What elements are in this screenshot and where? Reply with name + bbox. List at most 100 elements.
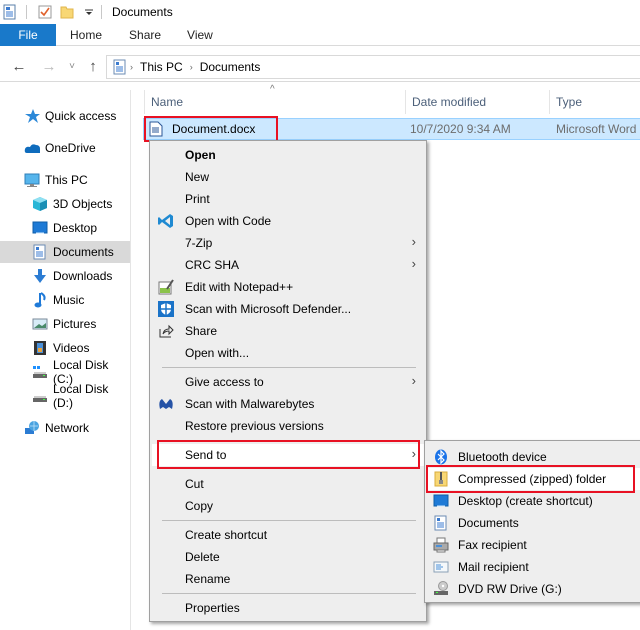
sort-ascending-indicator[interactable]: ^	[270, 84, 275, 95]
menu-item-label: Restore previous versions	[185, 419, 324, 433]
checkmark-icon[interactable]	[37, 4, 53, 20]
breadcrumb-separator: ›	[189, 62, 193, 72]
column-header-date-modified[interactable]: Date modified	[412, 90, 486, 114]
menu-separator	[162, 593, 416, 594]
menu-item-scan-malwarebytes[interactable]: Scan with Malwarebytes	[152, 393, 424, 415]
menu-item-label: Cut	[185, 477, 204, 491]
nav-item-label: Downloads	[53, 269, 113, 283]
submenu-item-documents[interactable]: Documents	[427, 512, 640, 534]
menu-item-label: DVD RW Drive (G:)	[458, 582, 562, 596]
nav-item-quick-access[interactable]: Quick access	[0, 105, 130, 127]
menu-item-label: Desktop (create shortcut)	[458, 494, 593, 508]
download-arrow-icon	[32, 268, 48, 284]
menu-item-label: Print	[185, 192, 210, 206]
nav-item-label: OneDrive	[45, 141, 96, 155]
menu-item-label: CRC SHA	[185, 258, 240, 272]
breadcrumb-documents[interactable]: Documents	[200, 60, 261, 74]
cube-icon	[32, 196, 48, 212]
nav-item-label: Quick access	[45, 109, 117, 123]
menu-item-properties[interactable]: Properties	[152, 597, 424, 619]
menu-item-label: Copy	[185, 499, 214, 513]
submenu-item-desktop-shortcut[interactable]: Desktop (create shortcut)	[427, 490, 640, 512]
menu-item-share[interactable]: Share	[152, 320, 424, 342]
menu-item-crc-sha[interactable]: CRC SHA ›	[152, 254, 424, 276]
new-folder-icon[interactable]	[59, 4, 75, 20]
menu-item-label: Open with...	[185, 346, 250, 360]
menu-item-label: Scan with Malwarebytes	[185, 397, 315, 411]
menu-item-open[interactable]: Open	[152, 144, 424, 166]
nav-item-onedrive[interactable]: OneDrive	[0, 137, 130, 159]
mail-icon	[433, 559, 449, 575]
document-icon	[433, 515, 449, 531]
computer-icon	[24, 172, 40, 188]
submenu-item-dvd-drive[interactable]: DVD RW Drive (G:)	[427, 578, 640, 600]
submenu-item-fax[interactable]: Fax recipient	[427, 534, 640, 556]
star-icon	[24, 108, 40, 124]
nav-item-this-pc[interactable]: This PC	[0, 169, 130, 191]
menu-item-print[interactable]: Print	[152, 188, 424, 210]
nav-item-videos[interactable]: Videos	[0, 337, 130, 359]
compressed-folder-highlight-annotation	[426, 465, 635, 493]
nav-item-desktop[interactable]: Desktop	[0, 217, 130, 239]
breadcrumb-separator: ›	[130, 62, 133, 72]
properties-icon[interactable]	[2, 4, 18, 20]
menu-item-open-with[interactable]: Open with...	[152, 342, 424, 364]
menu-item-rename[interactable]: Rename	[152, 568, 424, 590]
menu-item-label: Share	[185, 324, 218, 338]
nav-item-pictures[interactable]: Pictures	[0, 313, 130, 335]
customize-dropdown-icon[interactable]	[81, 4, 97, 20]
menu-item-give-access[interactable]: Give access to ›	[152, 371, 424, 393]
address-bar[interactable]: › This PC › Documents	[106, 55, 640, 79]
tab-share[interactable]: Share	[116, 24, 174, 46]
nav-item-network[interactable]: Network	[0, 417, 130, 439]
dvd-drive-icon	[433, 581, 449, 597]
network-icon	[24, 420, 40, 436]
menu-item-label: Documents	[458, 516, 519, 530]
menu-item-delete[interactable]: Delete	[152, 546, 424, 568]
documents-location-icon	[113, 59, 127, 75]
menu-item-open-with-code[interactable]: Open with Code	[152, 210, 424, 232]
menu-item-label: Bluetooth device	[458, 450, 547, 464]
nav-item-label: Music	[53, 293, 85, 307]
menu-item-cut[interactable]: Cut	[152, 473, 424, 495]
menu-item-label: Scan with Microsoft Defender...	[185, 302, 352, 316]
menu-item-restore-previous[interactable]: Restore previous versions	[152, 415, 424, 437]
nav-item-downloads[interactable]: Downloads	[0, 265, 130, 287]
nav-item-label: Documents	[53, 245, 114, 259]
menu-item-edit-notepadpp[interactable]: Edit with Notepad++	[152, 276, 424, 298]
nav-item-local-disk-d[interactable]: Local Disk (D:)	[0, 382, 130, 410]
menu-item-scan-defender[interactable]: Scan with Microsoft Defender...	[152, 298, 424, 320]
nav-item-documents[interactable]: Documents	[0, 241, 130, 263]
fax-icon	[433, 537, 449, 553]
column-header-type[interactable]: Type	[556, 90, 582, 114]
menu-item-new[interactable]: New	[152, 166, 424, 188]
cloud-icon	[24, 140, 40, 156]
menu-item-create-shortcut[interactable]: Create shortcut	[152, 524, 424, 546]
nav-item-music[interactable]: Music	[0, 289, 130, 311]
system-drive-icon	[32, 364, 48, 380]
recent-locations-icon[interactable]: ˅	[63, 61, 81, 72]
picture-icon	[32, 316, 48, 332]
column-header-name[interactable]: Name	[151, 90, 183, 114]
nav-item-local-disk-c[interactable]: Local Disk (C:)	[0, 358, 130, 386]
drive-icon	[32, 388, 48, 404]
toolbar-separator	[26, 5, 27, 19]
column-divider[interactable]	[549, 90, 550, 114]
back-arrow-icon[interactable]: ←	[10, 58, 28, 75]
tab-file[interactable]: File	[0, 24, 56, 46]
tab-view[interactable]: View	[174, 24, 226, 46]
menu-item-7zip[interactable]: 7-Zip ›	[152, 232, 424, 254]
nav-item-label: Network	[45, 421, 90, 435]
forward-arrow-icon[interactable]: →	[40, 58, 58, 75]
share-icon	[158, 323, 174, 339]
nav-item-3d-objects[interactable]: 3D Objects	[0, 193, 130, 215]
menu-item-copy[interactable]: Copy	[152, 495, 424, 517]
column-divider[interactable]	[405, 90, 406, 114]
menu-separator	[162, 367, 416, 368]
up-arrow-icon[interactable]: ↑	[84, 58, 102, 75]
tab-home[interactable]: Home	[56, 24, 116, 46]
menu-item-label: Open	[185, 148, 216, 162]
breadcrumb-this-pc[interactable]: This PC	[140, 60, 183, 74]
submenu-item-mail[interactable]: Mail recipient	[427, 556, 640, 578]
nav-item-label: 3D Objects	[53, 197, 113, 211]
